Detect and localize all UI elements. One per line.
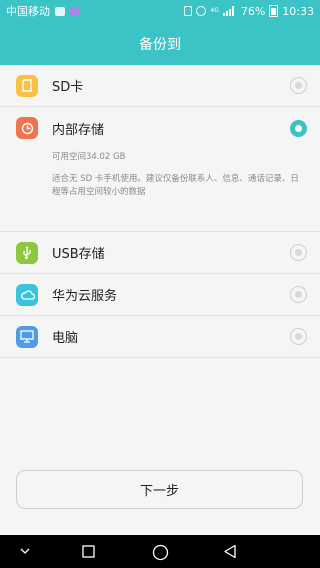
option-huawei-cloud[interactable]: 华为云服务 — [0, 274, 320, 316]
status-indicators: 4G 76% 10:33 — [184, 5, 314, 18]
signal-icon — [222, 6, 237, 16]
free-space-text: 可用空间34.02 GB — [52, 152, 126, 162]
next-step-label: 下一步 — [139, 484, 179, 499]
option-label: SD卡 — [52, 80, 84, 95]
app-bar: 备份到 — [0, 22, 320, 65]
usb-icon — [16, 241, 38, 264]
option-radio-selected[interactable] — [290, 119, 307, 137]
vibrate-icon — [184, 6, 193, 16]
battery-percent: 76% — [240, 4, 266, 18]
option-sd-card[interactable]: SD卡 — [0, 65, 320, 107]
option-computer[interactable]: 电脑 — [0, 316, 320, 358]
internal-storage-icon — [16, 117, 38, 139]
option-description: 适合无 SD 卡手机使用。建议仅备份联系人、信息、通话记录、日程等占用空间较小的… — [52, 174, 299, 197]
computer-icon — [16, 325, 38, 348]
carrier-name: 中国移动 — [6, 5, 50, 18]
page-title: 备份到 — [139, 36, 181, 53]
option-radio[interactable] — [290, 77, 307, 94]
option-radio[interactable] — [290, 286, 307, 303]
option-label: 电脑 — [52, 331, 79, 346]
option-radio[interactable] — [290, 328, 307, 345]
option-radio[interactable] — [290, 244, 307, 261]
next-step-button[interactable]: 下一步 — [16, 470, 303, 509]
cloud-icon — [16, 283, 38, 306]
notification-mail-icon — [55, 6, 65, 16]
home-icon[interactable] — [151, 543, 169, 561]
alarm-icon — [196, 6, 207, 16]
recent-apps-icon[interactable] — [81, 544, 96, 559]
back-icon[interactable] — [222, 543, 238, 560]
status-bar: 中国移动 4G 76% 10:33 — [0, 0, 320, 22]
backup-destination-list: SD卡 内部存储 可用空间34.02 GB 适合无 SD 卡手机使用。建议仅备份… — [0, 65, 320, 358]
hide-nav-icon[interactable] — [18, 544, 32, 558]
battery-icon — [269, 5, 279, 17]
network-type-label: 4G — [210, 7, 219, 14]
system-nav-bar — [0, 535, 320, 568]
clock: 10:33 — [282, 4, 314, 18]
option-label: 内部存储 — [52, 122, 105, 138]
notification-app-icon — [70, 6, 80, 16]
option-label: 华为云服务 — [52, 289, 118, 304]
option-label: USB存储 — [52, 247, 105, 262]
sd-card-icon — [16, 74, 38, 97]
option-usb-storage[interactable]: USB存储 — [0, 232, 320, 274]
option-internal-storage[interactable]: 内部存储 可用空间34.02 GB 适合无 SD 卡手机使用。建议仅备份联系人、… — [0, 107, 320, 232]
